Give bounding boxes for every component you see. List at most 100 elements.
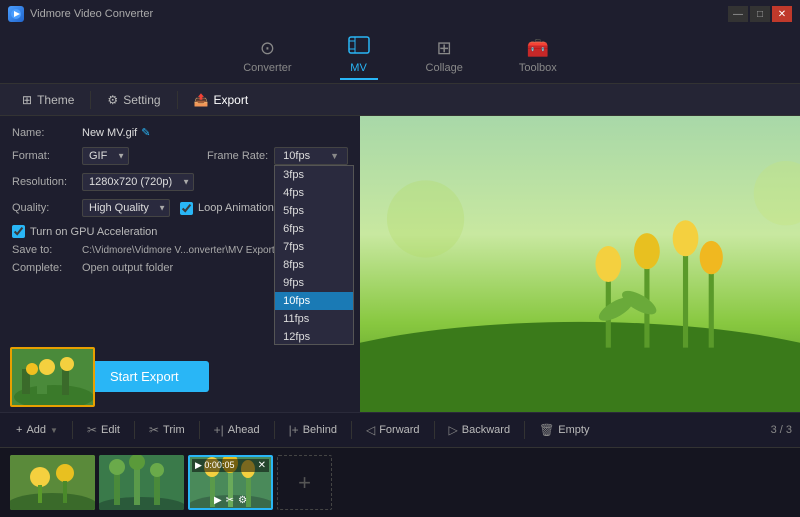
app-title: Vidmore Video Converter — [30, 8, 153, 20]
edit-button[interactable]: ✂ Edit — [79, 419, 128, 441]
add-clip-button[interactable]: + — [277, 455, 332, 510]
start-export-button[interactable]: Start Export — [80, 361, 209, 392]
fps-dropdown-arrow-icon: ▼ — [330, 151, 339, 161]
tab-mv-label: MV — [350, 62, 367, 74]
fps-item-6fps[interactable]: 6fps — [275, 220, 353, 238]
close-button[interactable]: ✕ — [772, 6, 792, 22]
titlebar: Vidmore Video Converter — □ ✕ — [0, 0, 800, 28]
backward-label: Backward — [462, 424, 510, 436]
divider-5 — [351, 421, 352, 439]
clip-thumb-2[interactable] — [99, 455, 184, 510]
format-select[interactable]: GIF — [82, 147, 129, 165]
empty-label: Empty — [558, 424, 589, 436]
open-output-folder-link[interactable]: Open output folder — [82, 262, 173, 274]
add-icon: + — [16, 424, 22, 436]
behind-button[interactable]: |+ Behind — [281, 419, 345, 441]
toolbar-separator-1 — [90, 91, 91, 109]
trim-icon: ✂ — [149, 423, 159, 437]
forward-icon: ◁ — [366, 423, 375, 437]
tab-toolbox[interactable]: 🧰 Toolbox — [511, 34, 565, 78]
preview-thumb-image — [12, 349, 93, 405]
trash-icon: 🗑 — [539, 423, 554, 437]
video-preview — [360, 116, 800, 412]
theme-icon: ⊞ — [22, 93, 32, 107]
toolbox-icon: 🧰 — [527, 38, 549, 59]
titlebar-controls: — □ ✕ — [728, 6, 792, 22]
fps-item-5fps[interactable]: 5fps — [275, 202, 353, 220]
fps-item-8fps[interactable]: 8fps — [275, 256, 353, 274]
setting-label: Setting — [123, 93, 160, 107]
clip-thumb-3[interactable]: ▶︎ 0:00:05 ✕ ▶ ✂ ⚙ — [188, 455, 273, 510]
theme-button[interactable]: ⊞ Theme — [10, 89, 86, 111]
behind-label: Behind — [303, 424, 337, 436]
clip-3-overlay: ▶︎ 0:00:05 ✕ — [192, 459, 269, 472]
ahead-button[interactable]: +| Ahead — [206, 419, 268, 441]
format-select-wrapper[interactable]: GIF — [82, 147, 129, 165]
fps-dropdown[interactable]: 10fps ▼ 3fps 4fps 5fps 6fps 7fps 8fps 9f… — [274, 147, 348, 165]
behind-icon: |+ — [289, 423, 299, 437]
tab-toolbox-label: Toolbox — [519, 62, 557, 74]
frame-rate-section: Frame Rate: 10fps ▼ 3fps 4fps 5fps 6fps … — [207, 147, 348, 165]
format-label: Format: — [12, 150, 82, 162]
backward-button[interactable]: ▷ Backward — [441, 419, 519, 441]
timeline: ▶︎ 0:00:05 ✕ ▶ ✂ ⚙ + — [0, 447, 800, 517]
converter-icon: ⊙ — [260, 38, 275, 59]
loop-animation-checkbox[interactable] — [180, 202, 193, 215]
setting-button[interactable]: ⚙ Setting — [95, 89, 172, 111]
edit-name-icon[interactable]: ✎ — [141, 126, 150, 139]
export-icon: 📤 — [194, 93, 209, 107]
name-row: Name: New MV.gif ✎ — [12, 126, 348, 139]
fps-item-4fps[interactable]: 4fps — [275, 184, 353, 202]
trim-button[interactable]: ✂ Trim — [141, 419, 193, 441]
fps-item-3fps[interactable]: 3fps — [275, 166, 353, 184]
clip-thumb-1[interactable] — [10, 455, 95, 510]
forward-label: Forward — [379, 424, 419, 436]
tab-mv[interactable]: MV — [340, 32, 378, 80]
start-export-area: Start Export — [80, 361, 209, 392]
add-dropdown-arrow-icon: ▼ — [50, 426, 58, 435]
main-content: Name: New MV.gif ✎ Format: GIF Frame Rat… — [0, 116, 800, 412]
toolbar: ⊞ Theme ⚙ Setting 📤 Export — [0, 84, 800, 116]
divider-7 — [524, 421, 525, 439]
tab-collage[interactable]: ⊞ Collage — [418, 34, 471, 78]
app-icon — [8, 6, 24, 22]
fps-item-10fps[interactable]: 10fps — [275, 292, 353, 310]
export-button[interactable]: 📤 Export — [182, 89, 261, 111]
resolution-select[interactable]: 1280x720 (720p) — [82, 173, 194, 191]
resolution-select-wrapper[interactable]: 1280x720 (720p) — [82, 173, 194, 191]
fps-item-12fps[interactable]: 12fps — [275, 328, 353, 345]
quality-select-wrapper[interactable]: High Quality — [82, 199, 170, 217]
ahead-icon: +| — [214, 423, 224, 437]
fps-current-value: 10fps — [283, 150, 310, 162]
clip-row: ▶︎ 0:00:05 ✕ ▶ ✂ ⚙ + — [10, 455, 790, 510]
save-path: C:\Vidmore\Vidmore V...onverter\MV Expor… — [82, 245, 286, 256]
quality-select[interactable]: High Quality — [82, 199, 170, 217]
theme-label: Theme — [37, 93, 74, 107]
fps-dropdown-btn[interactable]: 10fps ▼ — [274, 147, 348, 165]
clip-3-close-icon[interactable]: ✕ — [258, 460, 266, 471]
empty-button[interactable]: 🗑 Empty — [531, 419, 597, 441]
edit-icon: ✂ — [87, 423, 97, 437]
collage-icon: ⊞ — [437, 38, 452, 59]
preview-thumbnail — [10, 347, 95, 407]
save-label: Save to: — [12, 244, 82, 256]
fps-item-9fps[interactable]: 9fps — [275, 274, 353, 292]
clip-count: 3 / 3 — [771, 424, 792, 436]
name-label: Name: — [12, 127, 82, 139]
loop-animation-label: Loop Animation — [198, 202, 274, 214]
tab-converter[interactable]: ⊙ Converter — [235, 34, 299, 78]
minimize-button[interactable]: — — [728, 6, 748, 22]
bottom-action-bar: + Add ▼ ✂ Edit ✂ Trim +| Ahead |+ Behind… — [0, 412, 800, 447]
divider-1 — [72, 421, 73, 439]
clip-3-time: ▶︎ 0:00:05 — [195, 460, 234, 471]
maximize-button[interactable]: □ — [750, 6, 770, 22]
add-label: Add — [26, 424, 46, 436]
add-button[interactable]: + Add ▼ — [8, 420, 66, 440]
tab-collage-label: Collage — [426, 62, 463, 74]
gpu-acceleration-checkbox[interactable] — [12, 225, 25, 238]
fps-item-7fps[interactable]: 7fps — [275, 238, 353, 256]
forward-button[interactable]: ◁ Forward — [358, 419, 428, 441]
setting-icon: ⚙ — [107, 93, 118, 107]
fps-item-11fps[interactable]: 11fps — [275, 310, 353, 328]
format-framerate-row: Format: GIF Frame Rate: 10fps ▼ 3fps 4fp… — [12, 147, 348, 165]
